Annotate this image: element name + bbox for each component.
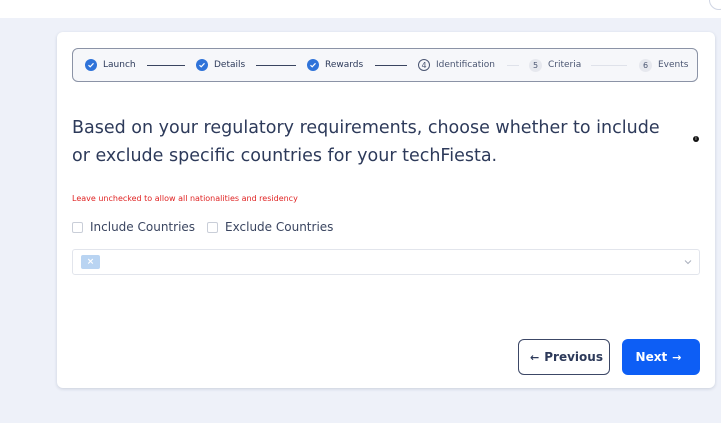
exclude-countries-label[interactable]: Exclude Countries — [225, 220, 333, 234]
step-connector — [591, 65, 627, 66]
step-identification[interactable]: 4 Identification — [418, 49, 495, 81]
country-select[interactable]: × — [72, 249, 700, 275]
previous-label: Previous — [544, 350, 603, 364]
step-number-icon: 6 — [639, 58, 652, 72]
info-icon[interactable]: i — [693, 136, 699, 142]
step-rewards[interactable]: Rewards — [307, 49, 363, 81]
include-countries-label[interactable]: Include Countries — [90, 220, 195, 234]
step-connector — [147, 65, 185, 66]
step-connector — [375, 65, 407, 66]
hint-text: Leave unchecked to allow all nationaliti… — [72, 194, 298, 203]
step-details[interactable]: Details — [196, 49, 245, 81]
include-countries-checkbox[interactable] — [72, 221, 83, 233]
country-mode-options: Include Countries Exclude Countries — [72, 220, 345, 234]
step-launch[interactable]: Launch — [85, 49, 136, 81]
step-criteria[interactable]: 5 Criteria — [529, 49, 581, 81]
next-label: Next — [635, 350, 668, 364]
step-label: Launch — [103, 60, 136, 70]
step-connector — [507, 65, 519, 66]
avatar[interactable] — [709, 0, 721, 10]
arrow-right-icon: → — [672, 350, 682, 364]
top-bar — [0, 0, 721, 18]
arrow-left-icon: ← — [530, 350, 540, 364]
next-button[interactable]: Next → — [622, 339, 700, 375]
check-circle-icon — [307, 59, 319, 71]
step-label: Criteria — [548, 60, 582, 70]
step-label: Identification — [436, 60, 496, 70]
step-label: Rewards — [325, 60, 364, 70]
previous-button[interactable]: ← Previous — [518, 339, 610, 375]
step-number-icon: 5 — [529, 58, 542, 72]
exclude-countries-checkbox[interactable] — [207, 221, 219, 233]
progress-stepper: Launch Details Rewards 4 Identification … — [72, 48, 698, 82]
step-connector — [256, 65, 296, 66]
tag-remove-icon[interactable]: × — [81, 255, 100, 269]
chevron-down-icon[interactable] — [684, 259, 692, 265]
step-events[interactable]: 6 Events — [639, 49, 688, 81]
check-circle-icon — [85, 59, 97, 71]
step-label: Details — [214, 60, 246, 70]
form-card: Launch Details Rewards 4 Identification … — [57, 32, 715, 388]
page-title: Based on your regulatory requirements, c… — [72, 118, 660, 166]
step-label: Events — [658, 60, 689, 70]
check-circle-icon — [196, 59, 208, 71]
step-number-icon: 4 — [418, 59, 430, 71]
